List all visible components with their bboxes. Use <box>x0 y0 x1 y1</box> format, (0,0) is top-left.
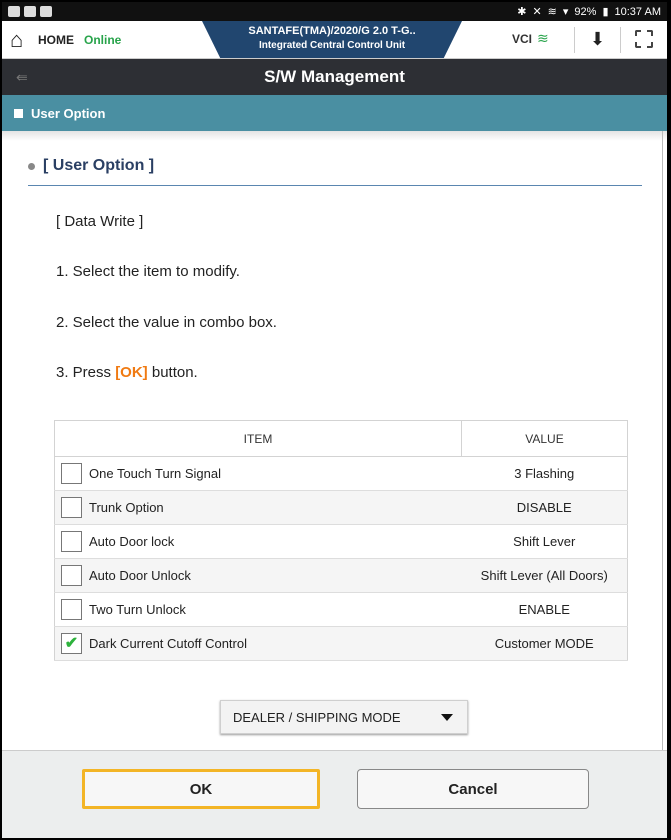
row-checkbox[interactable] <box>61 463 82 484</box>
row-checkbox[interactable] <box>61 565 82 586</box>
status-bar: ✱ ✕ ≋ ▾ 92% ▮ 10:37 AM <box>2 2 667 21</box>
wifi-icon: ≋ <box>547 6 557 18</box>
clock: 10:37 AM <box>614 5 661 18</box>
instruction-step-2: 2. Select the value in combo box. <box>56 314 277 331</box>
download-icon[interactable]: ⬇ <box>590 29 605 50</box>
value-cell[interactable]: Shift Lever (All Doors) <box>461 558 628 593</box>
bluetooth-icon: ✱ <box>517 6 527 18</box>
value-cell[interactable]: Shift Lever <box>461 524 628 559</box>
item-label: One Touch Turn Signal <box>89 466 222 481</box>
content-heading: [ User Option ] <box>28 157 154 175</box>
app-notification-icon <box>40 6 52 17</box>
bullet-icon <box>28 162 35 170</box>
column-header-value: VALUE <box>461 420 628 457</box>
main-content: [ User Option ] [ Data Write ] 1. Select… <box>2 131 667 781</box>
status-notifications <box>8 6 52 17</box>
vci-label: VCI <box>512 32 533 46</box>
status-right: ✱ ✕ ≋ ▾ 92% ▮ 10:37 AM <box>517 5 661 19</box>
item-label: Auto Door Unlock <box>89 568 191 583</box>
back-icon[interactable]: ⇚ <box>16 69 28 86</box>
item-label: Auto Door lock <box>89 534 175 549</box>
section-square-icon <box>14 108 23 118</box>
content-shadow <box>2 131 667 141</box>
combo-selected-value: DEALER / SHIPPING MODE <box>233 709 401 725</box>
battery-icon: ▮ <box>602 6 609 18</box>
checkmark-icon: ✔ <box>64 635 79 652</box>
table-header-row: ITEM VALUE <box>54 420 628 457</box>
data-write-label: [ Data Write ] <box>56 213 144 230</box>
cancel-button[interactable]: Cancel <box>357 769 589 809</box>
dropdown-arrow-icon <box>441 714 453 721</box>
vehicle-banner: SANTAFE(TMA)/2020/G 2.0 T-G.. Integrated… <box>202 21 462 58</box>
table-row[interactable]: Trunk Option DISABLE <box>54 490 628 525</box>
row-checkbox-checked[interactable]: ✔ <box>61 633 82 654</box>
heading-divider <box>28 185 642 186</box>
app-header: ⌂ HOME Online SANTAFE(TMA)/2020/G 2.0 T-… <box>2 21 667 59</box>
table-row-selected[interactable]: ✔ Dark Current Cutoff Control Customer MO… <box>54 626 628 661</box>
gallery-notification-icon <box>8 6 20 17</box>
calendar-notification-icon <box>24 6 36 17</box>
home-label[interactable]: HOME <box>38 33 74 47</box>
step3-prefix: 3. Press <box>56 364 116 381</box>
vehicle-model: SANTAFE(TMA)/2020/G 2.0 T-G.. <box>248 25 416 37</box>
table-row[interactable]: Auto Door lock Shift Lever <box>54 524 628 559</box>
instruction-step-3: 3. Press [OK] button. <box>56 364 198 381</box>
home-icon[interactable]: ⌂ <box>10 29 32 51</box>
item-cell: One Touch Turn Signal <box>54 456 462 491</box>
ok-button[interactable]: OK <box>82 769 320 809</box>
row-checkbox[interactable] <box>61 531 82 552</box>
header-divider <box>620 27 621 53</box>
section-bar: User Option <box>2 95 667 131</box>
instruction-step-1: 1. Select the item to modify. <box>56 263 240 280</box>
item-label: Dark Current Cutoff Control <box>89 636 247 651</box>
vci-wireless-icon: ≋ <box>537 30 549 46</box>
item-label: Trunk Option <box>89 500 164 515</box>
device-frame: ✱ ✕ ≋ ▾ 92% ▮ 10:37 AM ⌂ HOME Online SAN… <box>0 0 671 840</box>
connection-status: Online <box>84 33 122 47</box>
value-combo-box[interactable]: DEALER / SHIPPING MODE <box>220 700 468 734</box>
row-checkbox[interactable] <box>61 599 82 620</box>
page-title: S/W Management <box>264 67 405 86</box>
signal-icon: ▾ <box>562 6 569 18</box>
screen-capture-icon[interactable] <box>635 30 653 48</box>
value-cell[interactable]: DISABLE <box>461 490 628 525</box>
step3-suffix: button. <box>147 364 198 381</box>
step3-ok-highlight: [OK] <box>115 364 148 381</box>
value-cell[interactable]: ENABLE <box>461 592 628 627</box>
user-option-table: ITEM VALUE One Touch Turn Signal 3 Flash… <box>54 420 628 661</box>
column-header-item: ITEM <box>54 420 462 457</box>
vehicle-system: Integrated Central Control Unit <box>258 40 406 51</box>
screen: ✱ ✕ ≋ ▾ 92% ▮ 10:37 AM ⌂ HOME Online SAN… <box>2 2 667 838</box>
header-divider <box>574 27 575 53</box>
heading-text: [ User Option ] <box>43 157 155 174</box>
item-cell: Trunk Option <box>54 490 462 525</box>
section-label: User Option <box>31 105 106 121</box>
title-bar: ⇚ S/W Management <box>2 59 667 95</box>
table-row[interactable]: One Touch Turn Signal 3 Flashing <box>54 456 628 491</box>
item-label: Two Turn Unlock <box>89 602 186 617</box>
battery-percent: 92% <box>574 5 597 18</box>
footer-bar: OK Cancel <box>2 750 667 838</box>
scrollbar[interactable] <box>662 131 663 771</box>
value-cell[interactable]: Customer MODE <box>461 626 628 661</box>
value-cell[interactable]: 3 Flashing <box>461 456 628 491</box>
item-cell: Two Turn Unlock <box>54 592 462 627</box>
item-cell: Auto Door lock <box>54 524 462 559</box>
item-cell: Auto Door Unlock <box>54 558 462 593</box>
table-row[interactable]: Auto Door Unlock Shift Lever (All Doors) <box>54 558 628 593</box>
table-row[interactable]: Two Turn Unlock ENABLE <box>54 592 628 627</box>
row-checkbox[interactable] <box>61 497 82 518</box>
mute-icon: ✕ <box>532 6 542 18</box>
item-cell: ✔ Dark Current Cutoff Control <box>54 626 462 661</box>
